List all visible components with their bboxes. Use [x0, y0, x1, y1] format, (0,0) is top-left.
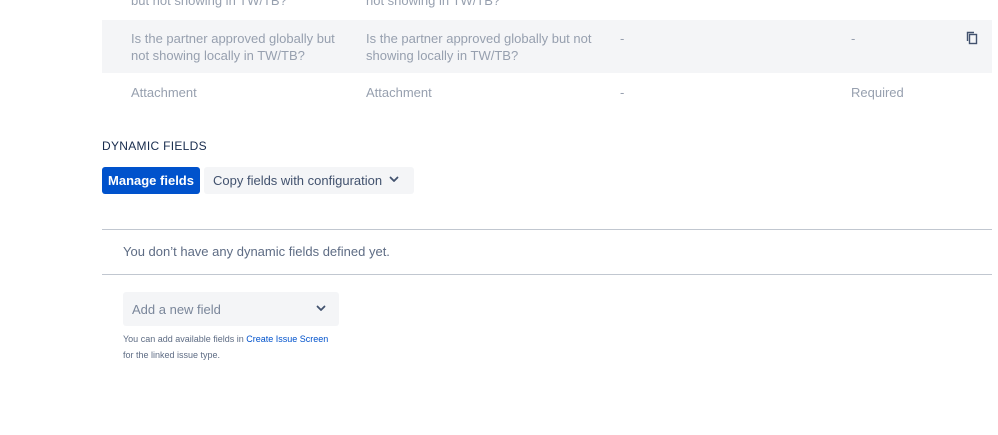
field-label-cell: Is the partner approved globally but not… [366, 31, 592, 63]
help-text: You can add available fields in Create I… [123, 334, 328, 344]
field-required-cell: Required [851, 85, 904, 100]
copy-fields-dropdown-button[interactable]: Copy fields with configuration [204, 167, 414, 194]
field-value-cell: - [620, 85, 625, 100]
chevron-down-icon [389, 176, 399, 182]
field-required-cell: - [851, 31, 856, 46]
empty-state-message: You don’t have any dynamic fields define… [123, 244, 390, 259]
help-text-suffix: for the linked issue type. [123, 350, 221, 360]
table-row: Attachment Attachment - Required [102, 73, 992, 111]
manage-fields-button[interactable]: Manage fields [102, 167, 200, 194]
field-name-cell: Attachment [131, 85, 197, 100]
table-row: but not showing in TW/TB? not showing in… [102, 0, 992, 10]
divider [102, 229, 992, 230]
table-row: Is the partner approved globally but not… [102, 20, 992, 73]
help-text-prefix: You can add available fields in [123, 334, 247, 344]
field-label-cell: Attachment [366, 85, 432, 100]
add-field-placeholder: Add a new field [132, 302, 221, 317]
field-label-cell: not showing in TW/TB? [366, 0, 501, 8]
create-issue-screen-link[interactable]: Create Issue Screen [246, 334, 328, 344]
field-name-cell: Is the partner approved globally but not… [131, 31, 335, 63]
divider [102, 274, 992, 275]
add-field-select[interactable]: Add a new field [123, 292, 339, 326]
manage-fields-label: Manage fields [108, 173, 194, 188]
field-name-cell: but not showing in TW/TB? [131, 0, 287, 8]
copy-icon[interactable] [966, 31, 978, 45]
field-value-cell: - [620, 31, 625, 46]
chevron-down-icon [316, 305, 326, 311]
copy-fields-label: Copy fields with configuration [213, 173, 383, 188]
section-title: DYNAMIC FIELDS [102, 139, 207, 153]
